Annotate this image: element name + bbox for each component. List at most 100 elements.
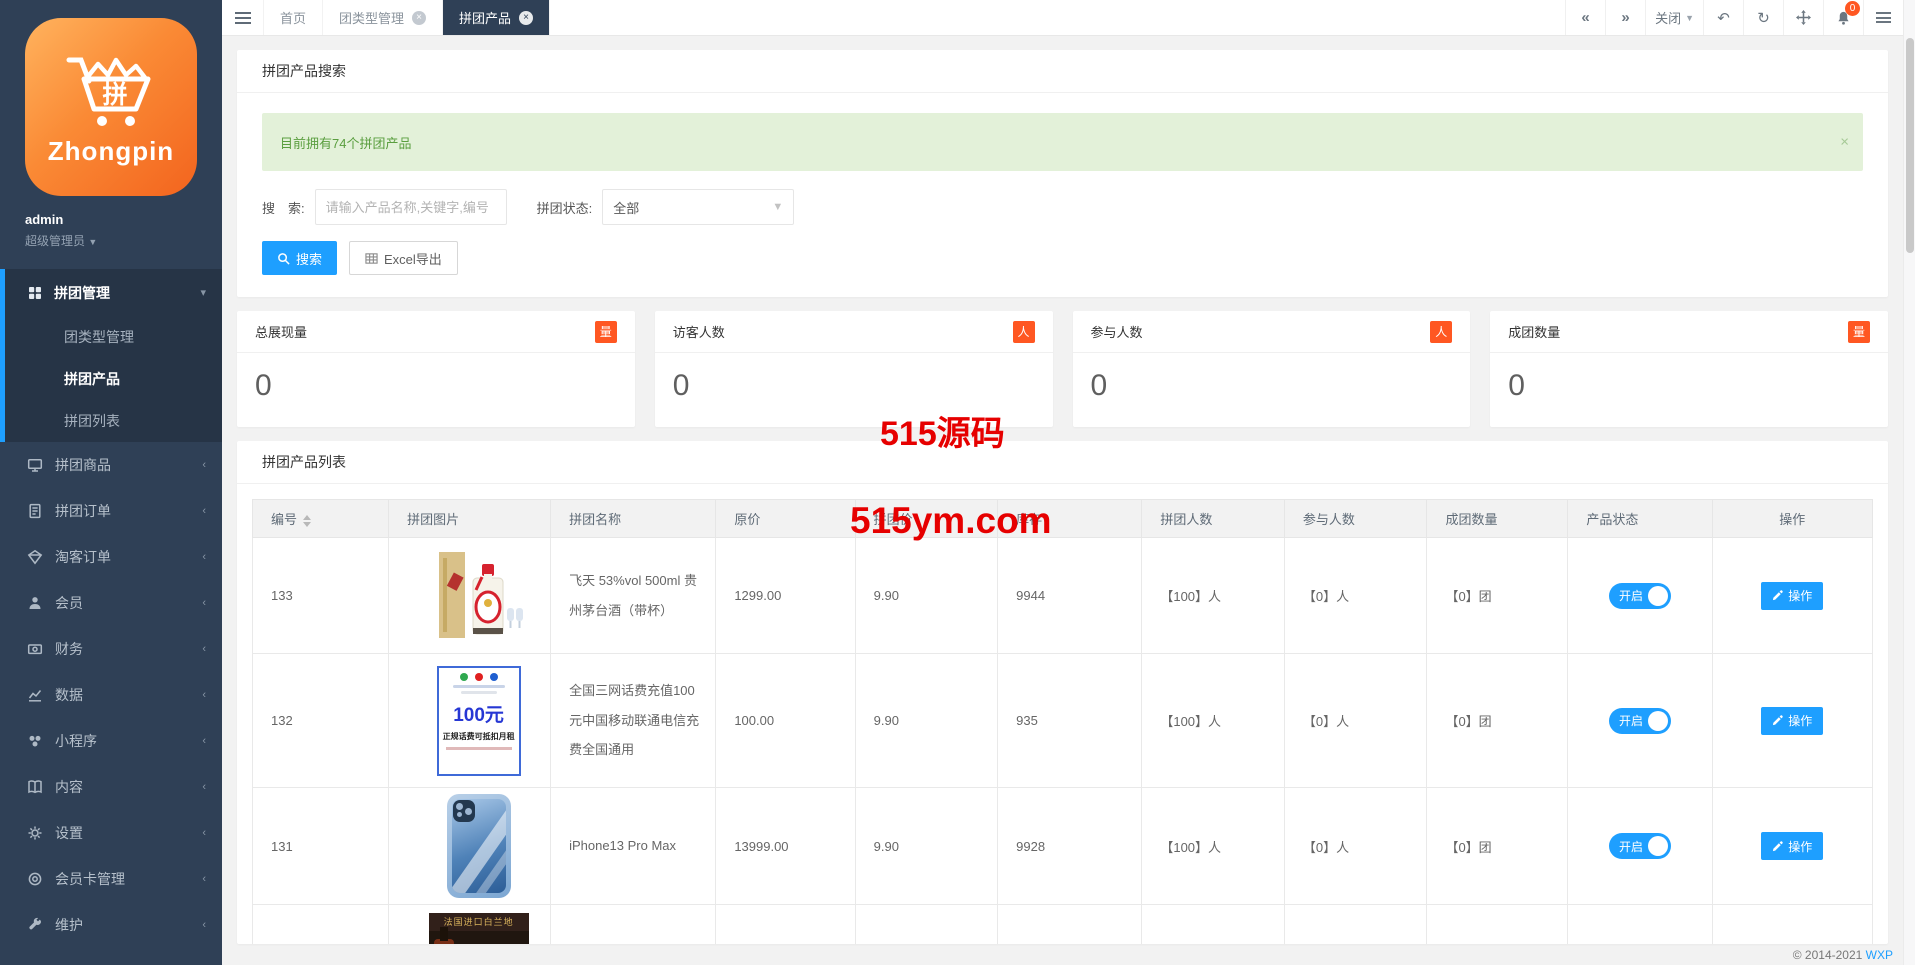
table-row: 130 法国进口白兰地 [253,905,1873,945]
cell-image [389,538,551,654]
topbar: 首页 团类型管理 × 拼团产品 × « » 关闭 ▼ ↶ ↻ [222,0,1903,36]
user-icon [27,595,43,611]
page-scrollbar[interactable] [1903,0,1915,965]
search-form: 搜 索: 拼团状态: 全部 ▼ [262,189,1863,225]
cell-formed: 【0】团 [1427,538,1568,654]
status-toggle-on[interactable]: 开启 [1609,833,1671,859]
operate-button[interactable]: 操作 [1761,707,1823,735]
cell-id: 132 [253,654,389,788]
copyright-text: © 2014-2021 [1793,948,1863,962]
brand-logo: 拼 Zhongpin [25,18,197,196]
search-button[interactable]: 搜索 [262,241,337,275]
excel-export-button[interactable]: Excel导出 [349,241,458,275]
product-list-panel: 拼团产品列表 编号 拼团图片 拼团名称 原价 拼团价 [237,441,1888,944]
cell-id: 133 [253,538,389,654]
sidebar-item-mini-program[interactable]: 小程序 ‹ [0,718,222,764]
sidebar-item-data[interactable]: 数据 ‹ [0,672,222,718]
product-table: 编号 拼团图片 拼团名称 原价 拼团价 库存 拼团人数 参与人数 成团数量 产品… [252,499,1873,944]
fullscreen-button[interactable] [1783,0,1823,35]
group-manage-icon [27,285,43,301]
close-alert-icon[interactable]: × [1840,134,1849,151]
cell-formed: 【0】团 [1427,905,1568,945]
caret-down-icon: ▼ [88,237,97,247]
brand-name: Zhongpin [48,136,174,167]
tab-group-product[interactable]: 拼团产品 × [443,0,550,35]
cell-image [389,788,551,905]
more-menu-button[interactable] [1863,0,1903,35]
chevron-left-icon: ‹ [202,827,206,839]
sidebar-item-member-card[interactable]: 会员卡管理 ‹ [0,856,222,902]
stat-badge: 量 [595,321,617,343]
group-status-select[interactable]: 全部 ▼ [602,189,794,225]
sidebar-item-group-product[interactable]: 拼团产品 [5,358,222,400]
scroll-tabs-left-button[interactable]: « [1565,0,1605,35]
group-status-label: 拼团状态: [537,198,593,217]
back-button[interactable]: ↶ [1703,0,1743,35]
sidebar-item-group-list[interactable]: 拼团列表 [5,400,222,442]
gear-icon [27,825,43,841]
sidebar-item-settings[interactable]: 设置 ‹ [0,810,222,856]
close-tabs-dropdown[interactable]: 关闭 ▼ [1645,0,1703,35]
sidebar-item-group-type[interactable]: 团类型管理 [5,316,222,358]
sort-icon[interactable] [303,515,311,527]
notifications-button[interactable]: 0 [1823,0,1863,35]
pencil-icon [1772,841,1783,852]
product-image-moutai[interactable] [433,544,525,644]
money-icon [27,641,43,657]
col-people: 拼团人数 [1142,500,1285,538]
wrench-icon [27,917,43,933]
status-toggle-on[interactable]: 开启 [1609,708,1671,734]
sidebar-item-members[interactable]: 会员 ‹ [0,580,222,626]
sidebar-item-maintenance[interactable]: 维护 ‹ [0,902,222,948]
tab-home[interactable]: 首页 [264,0,323,35]
col-price: 原价 [716,500,855,538]
status-toggle-on[interactable]: 开启 [1609,583,1671,609]
close-tab-icon[interactable]: × [519,11,533,25]
cell-people: 【100】人 [1142,788,1285,905]
footer: © 2014-2021 WXP [1793,948,1893,962]
cell-stock: 935 [998,654,1142,788]
sidebar-toggle-button[interactable] [222,0,264,35]
cell-people: 【100】人 [1142,654,1285,788]
stat-card-total-views: 总展现量 量 0 [237,311,635,427]
col-id[interactable]: 编号 [253,500,389,538]
product-image-phone-card[interactable]: 100元 正规话费可抵扣月租 [437,666,521,776]
chevron-left-icon: ‹ [202,643,206,655]
pencil-icon [1772,590,1783,601]
sidebar-item-content[interactable]: 内容 ‹ [0,764,222,810]
close-tab-icon[interactable]: × [412,11,426,25]
tab-group-type[interactable]: 团类型管理 × [323,0,443,35]
sidebar-item-group-goods[interactable]: 拼团商品 ‹ [0,442,222,488]
scrollbar-thumb[interactable] [1906,38,1914,253]
sidebar-item-group-orders[interactable]: 拼团订单 ‹ [0,488,222,534]
sidebar: 拼 Zhongpin admin 超级管理员 ▼ 拼团管理 ▾ [0,0,222,965]
double-chevron-right-icon: » [1621,9,1629,26]
search-input[interactable] [315,189,507,225]
cell-image: 100元 正规话费可抵扣月租 [389,654,551,788]
sidebar-item-group-manage[interactable]: 拼团管理 ▾ [5,269,222,316]
cell-status: 开启 [1568,905,1712,945]
operate-button[interactable]: 操作 [1761,582,1823,610]
main-content: 拼团产品搜索 目前拥有74个拼团产品 × 搜 索: 拼团状态: 全部 ▼ [222,36,1903,965]
user-role-dropdown[interactable]: 超级管理员 ▼ [25,232,197,249]
cell-id: 131 [253,788,389,905]
refresh-button[interactable]: ↻ [1743,0,1783,35]
operate-button[interactable]: 操作 [1761,832,1823,860]
cell-id: 130 [253,905,389,945]
sidebar-item-finance[interactable]: 财务 ‹ [0,626,222,672]
product-image-iphone[interactable] [447,794,511,898]
cell-group-price: 9.90 [855,788,998,905]
cell-joined: 【0】人 [1284,538,1427,654]
username: admin [25,212,197,227]
footer-brand-link[interactable]: WXP [1866,948,1893,962]
scroll-tabs-right-button[interactable]: » [1605,0,1645,35]
product-image-brandy[interactable]: 法国进口白兰地 [429,913,529,945]
product-list-title: 拼团产品列表 [237,441,1888,484]
table-header-row: 编号 拼团图片 拼团名称 原价 拼团价 库存 拼团人数 参与人数 成团数量 产品… [253,500,1873,538]
gem-icon [27,549,43,565]
chevron-left-icon: ‹ [202,551,206,563]
sidebar-item-taoke-orders[interactable]: 淘客订单 ‹ [0,534,222,580]
cell-group-price: 9.90 [855,538,998,654]
cell-name: 全国三网话费充值100元中国移动联通电信充费全国通用 [551,654,716,788]
cell-image: 法国进口白兰地 [389,905,551,945]
